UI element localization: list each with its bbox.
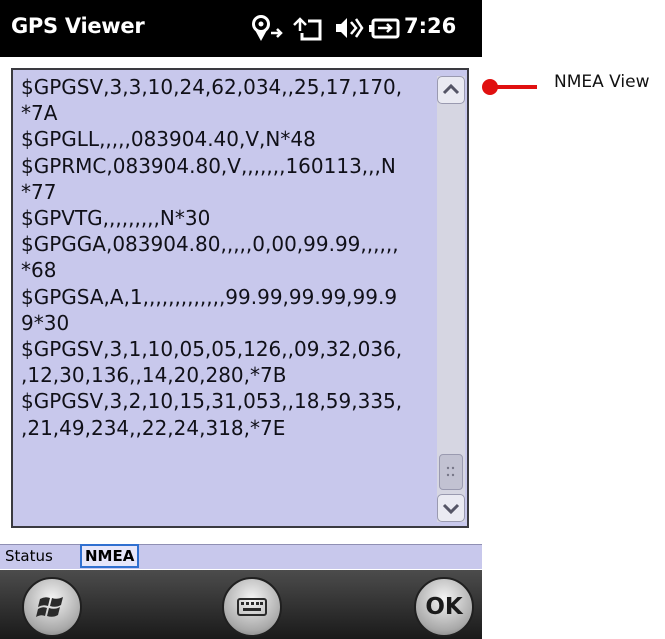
- nmea-view[interactable]: $GPGSV,3,3,10,24,62,034,,25,17,170, *7A $G…: [11, 68, 469, 528]
- nmea-line: $GPGGA,083904.80,,,,,0,00,99.99,,,,,,: [21, 232, 399, 257]
- callout-label: NMEA View: [554, 72, 650, 92]
- gps-icon[interactable]: [247, 13, 285, 43]
- nmea-line: $GPGSV,3,3,10,24,62,034,,25,17,170,: [21, 75, 403, 99]
- chevron-down-icon: [442, 503, 460, 515]
- app-title: GPS Viewer: [11, 14, 145, 38]
- volume-icon[interactable]: [334, 13, 364, 43]
- battery-icon[interactable]: [369, 13, 401, 43]
- nmea-text: $GPGSV,3,3,10,24,62,034,,25,17,170, *7A $G…: [21, 74, 431, 524]
- keyboard-button[interactable]: [222, 577, 282, 637]
- nmea-line: *77: [21, 179, 57, 204]
- vertical-scrollbar[interactable]: [437, 76, 465, 522]
- scroll-down-button[interactable]: [437, 494, 465, 522]
- title-bar: GPS Viewer 7:26: [0, 0, 482, 57]
- chevron-up-icon: [442, 83, 460, 95]
- nmea-line: ,21,49,234,,22,24,318,*7E: [21, 415, 286, 440]
- scroll-up-button[interactable]: [437, 76, 465, 104]
- start-button[interactable]: [22, 577, 82, 637]
- scroll-thumb[interactable]: [439, 454, 463, 490]
- ok-label: OK: [425, 594, 463, 620]
- nmea-line: $GPGLL,,,,,083904.40,V,N*48: [21, 127, 316, 152]
- nmea-line: $GPGSV,3,1,10,05,05,126,,09,32,036,: [21, 337, 403, 362]
- nmea-line: $GPVTG,,,,,,,,,N*30: [21, 206, 211, 231]
- grip-icon: [446, 466, 455, 477]
- device-screen: GPS Viewer 7:26 $GPGSV,3,3,10,24,62,034,…: [0, 0, 482, 639]
- tab-status[interactable]: Status: [2, 545, 56, 567]
- ok-button[interactable]: OK: [414, 577, 474, 637]
- nmea-line: 9*30: [21, 310, 70, 335]
- clock: 7:26: [404, 14, 457, 38]
- callout-line: [493, 85, 537, 89]
- bottom-bar: OK: [0, 570, 482, 639]
- nmea-line: *68: [21, 258, 57, 283]
- nmea-line: $GPRMC,083904.80,V,,,,,,,160113,,,N: [21, 153, 396, 178]
- connection-icon[interactable]: [291, 13, 325, 43]
- keyboard-icon: [237, 598, 267, 616]
- tab-strip: Status NMEA: [0, 544, 482, 569]
- tab-nmea[interactable]: NMEA: [80, 544, 140, 568]
- nmea-line: ,12,30,136,,14,20,280,*7B: [21, 363, 287, 388]
- nmea-line: $GPGSA,A,1,,,,,,,,,,,,,99.99,99.99,99.9: [21, 284, 398, 309]
- nmea-line: *7A: [21, 101, 58, 126]
- nmea-line: $GPGSV,3,2,10,15,31,053,,18,59,335,: [21, 389, 403, 414]
- windows-icon: [36, 597, 63, 617]
